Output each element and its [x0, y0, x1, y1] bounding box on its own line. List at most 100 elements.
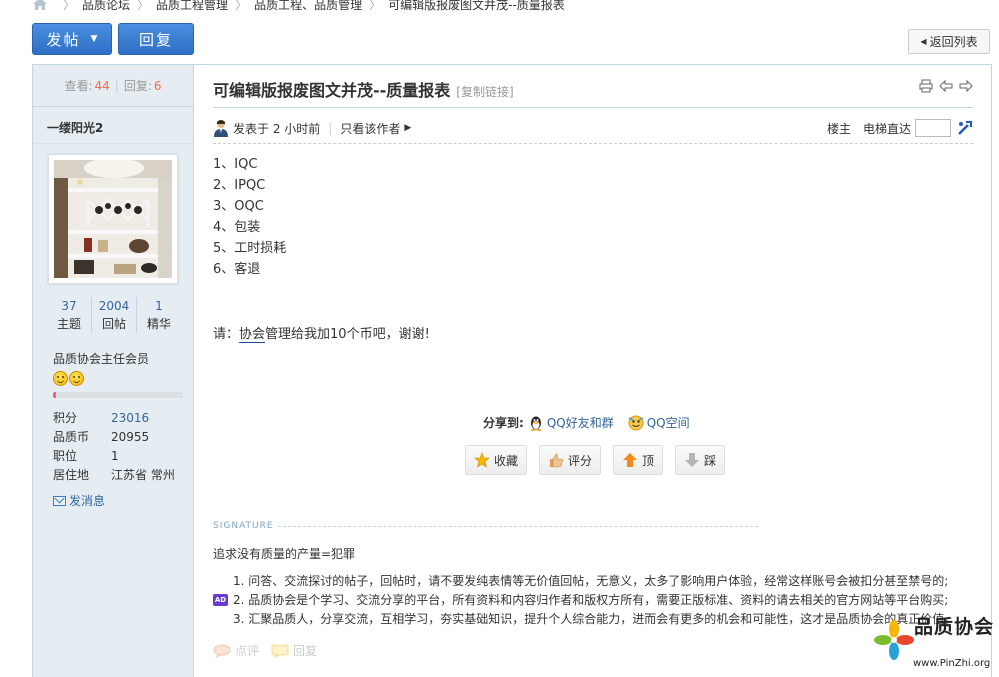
send-message-label: 发消息: [69, 494, 106, 508]
profile-row: 积分 23016: [53, 408, 175, 427]
digest-count[interactable]: 1 精华: [136, 297, 181, 333]
avatar[interactable]: [48, 154, 178, 284]
profile-row: 居住地 江苏省 常州: [53, 465, 175, 484]
elevator-jump-icon[interactable]: [957, 120, 973, 136]
profile-value: 江苏省 常州: [111, 468, 175, 482]
watermark-url: www.PinZhi.org: [913, 658, 991, 669]
triangle-right-icon: ▶: [404, 123, 412, 133]
smiley-icon: [53, 371, 68, 386]
posts-label: 回帖: [101, 317, 126, 331]
chevron-right-icon: 〉: [369, 0, 382, 12]
list-item: 5、工时损耗: [213, 241, 287, 256]
new-post-button[interactable]: 发帖 ▼: [32, 23, 112, 55]
author-counts: 37 主题 2004 回帖 1 精华: [47, 297, 181, 333]
list-item: 6、客退: [213, 262, 261, 277]
divider: [213, 107, 973, 108]
reply-button[interactable]: 回复: [118, 23, 194, 55]
breadcrumb-current[interactable]: 可编辑版报废图文并茂--质量报表: [388, 0, 565, 13]
home-icon[interactable]: [32, 0, 48, 11]
favorite-button[interactable]: 收藏: [465, 445, 528, 475]
copy-link[interactable]: [复制链接]: [456, 83, 513, 100]
downvote-button[interactable]: 踩: [675, 445, 726, 475]
list-item: 2、IPQC: [213, 178, 266, 193]
user-icon: [214, 120, 228, 137]
digest-value: 1: [155, 299, 163, 313]
floor-jump-input[interactable]: [915, 119, 951, 137]
post-title: 可编辑版报废图文并茂--质量报表: [213, 81, 451, 100]
rate-button[interactable]: 评分: [539, 445, 602, 475]
author-name[interactable]: 一缕阳光2: [47, 119, 103, 136]
envelope-icon: [53, 495, 66, 506]
footer-reply-button[interactable]: 回复: [271, 642, 317, 659]
breadcrumb-subsection[interactable]: 品质工程、品质管理: [254, 0, 362, 13]
posts-count[interactable]: 2004 回帖: [91, 297, 136, 333]
thread-frame: 查看: 44 | 回复: 6 一缕阳光2 37 主题 2004 回帖 1 精华 …: [32, 64, 992, 677]
previous-thread-icon[interactable]: [939, 79, 953, 93]
back-to-list-button[interactable]: ◀ 返回列表: [908, 29, 990, 54]
comment-button[interactable]: 点评: [213, 642, 259, 659]
share-bar: 分享到: QQ好友和群 QQ空间: [483, 414, 704, 431]
reply-bubble-icon: [271, 644, 289, 658]
triangle-left-icon: ◀: [920, 37, 927, 46]
qq-friends-label: QQ好友和群: [546, 416, 614, 430]
posts-value: 2004: [98, 299, 130, 313]
share-label: 分享到:: [483, 416, 524, 430]
signature-motto: 追求没有质量的产量=犯罪: [213, 547, 356, 561]
profile-row: 品质币 20955: [53, 427, 175, 446]
profile-value: 1: [111, 448, 119, 463]
views-label: 查看:: [64, 79, 93, 93]
thumbs-up-icon: [550, 453, 563, 468]
list-item: 1、IQC: [213, 157, 258, 172]
profile-value[interactable]: 23016: [111, 411, 149, 425]
profile-value: 20955: [111, 429, 150, 444]
only-author-link[interactable]: 只看该作者: [340, 120, 400, 137]
list-item: 3、OQC: [213, 199, 264, 214]
reply-label: 回复: [138, 30, 173, 49]
floor-nav: 楼主 电梯直达: [827, 117, 973, 139]
divider: |: [114, 78, 119, 93]
member-rank[interactable]: 品质协会主任会员: [53, 350, 149, 367]
smiley-icon: [69, 371, 84, 386]
breadcrumb-section[interactable]: 品质工程管理: [156, 0, 228, 13]
posted-time: 发表于 2 小时前: [233, 121, 321, 136]
favorite-label: 收藏: [494, 453, 519, 468]
upvote-label: 顶: [642, 453, 655, 468]
share-qq-zone[interactable]: QQ空间: [628, 414, 690, 431]
floor-label: 楼主: [826, 121, 851, 136]
share-qq-friends[interactable]: QQ好友和群: [528, 414, 614, 431]
chevron-right-icon: 〉: [137, 0, 150, 12]
topics-label: 主题: [56, 317, 81, 331]
send-message-link[interactable]: 发消息: [53, 492, 105, 509]
breadcrumb: 〉 品质论坛 〉 品质工程管理 〉 品质工程、品质管理 〉 可编辑版报废图文并茂…: [32, 0, 565, 12]
arrow-up-icon: [623, 453, 638, 467]
print-icon[interactable]: [919, 79, 933, 93]
topics-value: 37: [61, 299, 77, 313]
qq-zone-icon: [628, 415, 644, 430]
new-post-label: 发帖: [46, 30, 81, 49]
profile-row: 职位 1: [53, 446, 175, 465]
post-body: 1、IQC 2、IPQC 3、OQC 4、包装 5、工时损耗 6、客退: [213, 154, 286, 280]
signature-rules: 1. 问答、交流探讨的帖子，回帖时，请不要发纯表情等无价值回帖，无意义，太多了影…: [233, 572, 956, 629]
topics-count[interactable]: 37 主题: [47, 297, 91, 333]
qq-penguin-icon: [530, 416, 541, 431]
association-link[interactable]: 协会: [239, 327, 266, 343]
next-thread-icon[interactable]: [959, 79, 973, 93]
arrow-down-icon: [685, 453, 700, 467]
level-progress: [53, 392, 183, 398]
replies-count: 6: [153, 78, 162, 93]
breadcrumb-forum[interactable]: 品质论坛: [82, 0, 130, 13]
divider: [33, 143, 193, 144]
profile-key: 品质币: [53, 430, 90, 444]
digest-label: 精华: [146, 317, 171, 331]
chevron-right-icon: 〉: [63, 0, 76, 12]
post-request: 请：协会管理给我加10个币吧，谢谢!: [213, 323, 430, 343]
upvote-button[interactable]: 顶: [613, 445, 664, 475]
post-title-row: 可编辑版报废图文并茂--质量报表 [复制链接]: [213, 77, 514, 101]
views-count: 44: [94, 78, 110, 93]
list-item[interactable]: 2. 品质协会是个学习、交流分享的平台，所有资料和内容归作者和版权方所有，需要正…: [233, 591, 956, 610]
list-item: 3. 汇聚品质人，分享交流，互相学习，夯实基础知识，提升个人综合能力，进而会有更…: [233, 612, 957, 626]
caret-down-icon: ▼: [90, 34, 98, 44]
post-content: 可编辑版报废图文并茂--质量报表 [复制链接] 发表于 2 小时前 | 只看该作…: [195, 65, 991, 677]
comment-label: 点评: [235, 644, 260, 658]
post-footer: 点评 回复: [213, 642, 329, 659]
